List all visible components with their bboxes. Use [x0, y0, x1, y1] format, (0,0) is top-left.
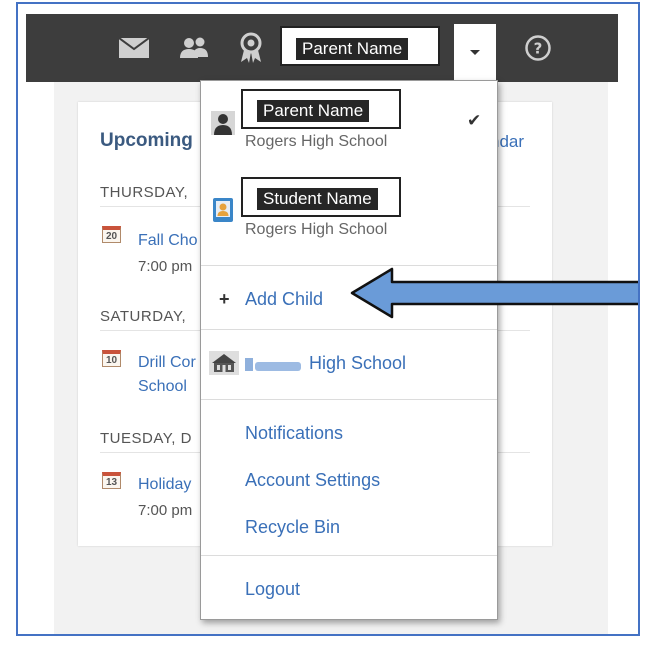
screenshot-frame: Parent Name ? Upcoming ndar THURSDAY, 20…	[16, 2, 640, 636]
parent-name-label: Parent Name	[257, 100, 370, 122]
divider	[201, 329, 497, 330]
plus-icon: +	[219, 289, 230, 309]
student-school-label: Rogers High School	[245, 221, 388, 238]
account-dropdown-toggle[interactable]	[454, 24, 496, 82]
student-account-item[interactable]: Student Name	[241, 177, 401, 217]
person-icon	[211, 111, 235, 135]
school-link[interactable]: High School	[309, 353, 406, 374]
account-name-label: Parent Name	[296, 38, 409, 60]
badge-icon[interactable]	[238, 32, 264, 64]
divider	[201, 555, 497, 556]
calendar-icon: 20	[102, 226, 121, 243]
help-icon[interactable]: ?	[524, 34, 552, 62]
day-header: TUESDAY, D	[100, 430, 192, 447]
event-title[interactable]: Holiday	[138, 474, 191, 496]
blurred-text	[245, 355, 301, 373]
student-name-label: Student Name	[257, 188, 378, 210]
chevron-down-icon	[470, 50, 480, 55]
event-time: 7:00 pm	[138, 258, 193, 275]
parent-account-item[interactable]: Parent Name	[241, 89, 401, 129]
top-navigation-bar: Parent Name ?	[26, 14, 618, 82]
day-header: SATURDAY,	[100, 308, 187, 325]
student-id-icon	[211, 197, 235, 223]
divider	[201, 399, 497, 400]
mail-icon[interactable]	[118, 37, 150, 58]
card-title: Upcoming	[100, 130, 193, 151]
event-time: 7:00 pm	[138, 502, 193, 519]
account-dropdown-menu: Parent Name Rogers High School ✔ Student…	[200, 80, 498, 620]
calendar-icon: 10	[102, 350, 121, 367]
callout-arrow	[348, 266, 638, 320]
account-name-button[interactable]: Parent Name	[280, 26, 440, 66]
school-building-icon	[209, 351, 239, 375]
event-title[interactable]: Fall Cho	[138, 230, 198, 252]
event-title[interactable]: Drill Cor	[138, 352, 196, 374]
notifications-link[interactable]: Notifications	[245, 423, 343, 444]
calendar-icon: 13	[102, 472, 121, 489]
people-icon[interactable]	[178, 36, 210, 60]
event-title-line2[interactable]: School	[138, 376, 187, 398]
logout-link[interactable]: Logout	[245, 579, 300, 600]
svg-text:?: ?	[534, 40, 543, 58]
account-settings-link[interactable]: Account Settings	[245, 470, 380, 491]
checkmark-icon: ✔	[467, 111, 482, 130]
add-child-link[interactable]: Add Child	[245, 289, 323, 310]
parent-school-label: Rogers High School	[245, 133, 388, 150]
recycle-bin-link[interactable]: Recycle Bin	[245, 517, 340, 538]
day-header: THURSDAY,	[100, 184, 189, 201]
